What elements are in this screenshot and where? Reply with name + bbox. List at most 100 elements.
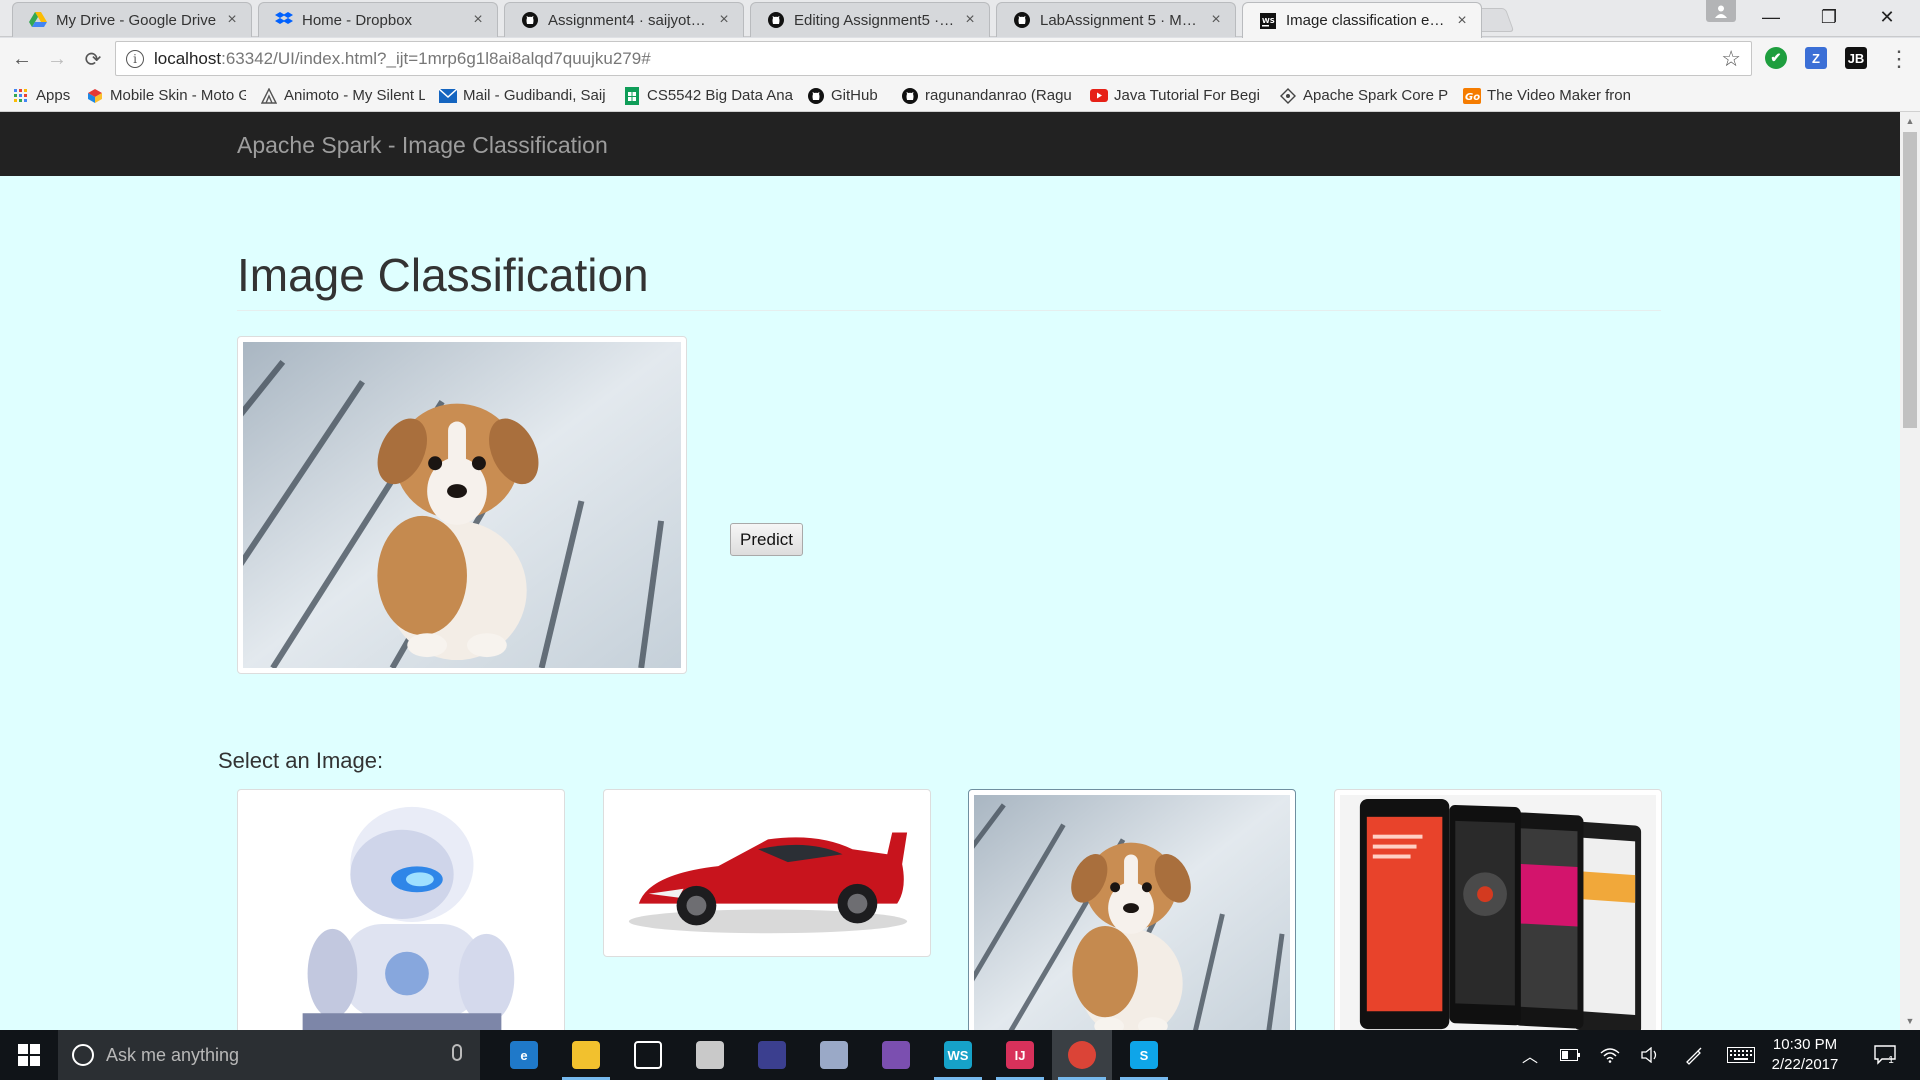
wifi-icon[interactable]	[1596, 1030, 1624, 1080]
cortana-icon	[72, 1044, 94, 1066]
pen-ink-icon[interactable]	[1680, 1030, 1708, 1080]
gallery-item-robot[interactable]	[237, 789, 565, 1030]
url-path: :63342/UI/index.html?_ijt=1mrp6g1l8ai8al…	[221, 48, 651, 68]
microphone-icon[interactable]	[452, 1044, 462, 1061]
skype-icon: S	[1130, 1041, 1158, 1069]
bookmark-item[interactable]: Apache Spark Core Pr	[1279, 83, 1449, 109]
bookmark-item[interactable]: Animoto - My Silent L	[260, 83, 425, 109]
check-extension-icon[interactable]: ✔	[1765, 47, 1787, 69]
address-bar[interactable]: i localhost:63342/UI/index.html?_ijt=1mr…	[115, 41, 1752, 76]
tab-title: LabAssignment 5 · Mana	[1040, 11, 1201, 29]
scrollbar-thumb[interactable]	[1903, 132, 1917, 428]
bookmark-item[interactable]: ragunandanrao (Ragu	[901, 83, 1076, 109]
svg-text:Go: Go	[1465, 92, 1480, 103]
volume-icon[interactable]	[1636, 1030, 1664, 1080]
tab-close-icon[interactable]: ×	[715, 11, 733, 29]
back-button[interactable]: ←	[7, 45, 37, 73]
taskbar-app-skype[interactable]: S	[1114, 1030, 1174, 1080]
navbar-brand[interactable]: Apache Spark - Image Classification	[237, 132, 608, 159]
touch-keyboard-icon[interactable]	[1724, 1030, 1758, 1080]
taskbar-app-intellij[interactable]: IJ	[990, 1030, 1050, 1080]
tab-1[interactable]: My Drive - Google Drive ×	[12, 2, 252, 37]
webstorm-icon: WS	[944, 1041, 972, 1069]
gallery-item-puppy[interactable]	[968, 789, 1296, 1030]
bookmark-item[interactable]: CS5542 Big Data Anal	[623, 83, 793, 109]
tab-4[interactable]: Editing Assignment5 · sa ×	[750, 2, 990, 37]
bookmark-star-icon[interactable]: ☆	[1721, 46, 1741, 72]
eclipse-icon	[758, 1041, 786, 1069]
tab-2[interactable]: Home - Dropbox ×	[258, 2, 498, 37]
show-hidden-icons-button[interactable]: ︿	[1516, 1030, 1544, 1080]
chrome-menu-button[interactable]: ⋮	[1884, 45, 1914, 73]
apps-icon	[12, 87, 30, 105]
minimize-button[interactable]: —	[1742, 0, 1800, 34]
clock[interactable]: 10:30 PM 2/22/2017	[1760, 1035, 1850, 1075]
taskbar-app-file-explorer[interactable]	[556, 1030, 616, 1080]
reload-icon: ⟳	[84, 48, 102, 71]
title-divider	[237, 310, 1661, 311]
bookmark-item[interactable]: Mail - Gudibandi, Saij	[439, 83, 609, 109]
taskbar-app-virtualbox[interactable]	[804, 1030, 864, 1080]
bookmark-item[interactable]: GitHub	[807, 83, 887, 109]
tab-6[interactable]: WS Image classification exan ×	[1242, 2, 1482, 38]
bookmark-item[interactable]: Go The Video Maker fron	[1463, 83, 1633, 109]
page-scrollbar[interactable]: ▲ ▼	[1900, 112, 1920, 1030]
navbar: Apache Spark - Image Classification	[0, 112, 1900, 176]
close-window-button[interactable]: ✕	[1858, 0, 1916, 34]
bookmark-item[interactable]: Apps	[12, 83, 72, 109]
bookmark-label: CS5542 Big Data Anal	[647, 87, 793, 104]
page-title: Image Classification	[237, 249, 649, 301]
battery-icon[interactable]	[1556, 1030, 1584, 1080]
webstorm-icon: WS	[1259, 12, 1277, 30]
select-image-label: Select an Image:	[218, 748, 384, 773]
clock-time: 10:30 PM	[1772, 1036, 1838, 1053]
bookmark-label: Apache Spark Core Pr	[1303, 87, 1449, 104]
tab-close-icon[interactable]: ×	[469, 11, 487, 29]
tab-close-icon[interactable]: ×	[1453, 12, 1471, 30]
tab-5[interactable]: LabAssignment 5 · Mana ×	[996, 2, 1236, 37]
taskbar-app-store[interactable]	[618, 1030, 678, 1080]
action-center-button[interactable]: 1	[1864, 1030, 1904, 1080]
start-button[interactable]	[0, 1030, 58, 1080]
forward-button[interactable]: →	[42, 45, 72, 73]
bookmark-label: ragunandanrao (Ragu	[925, 87, 1072, 104]
animoto-icon	[260, 87, 278, 105]
z-extension-icon[interactable]: Z	[1805, 47, 1827, 69]
taskbar-app-webstorm[interactable]: WS	[928, 1030, 988, 1080]
scroll-up-arrow-icon[interactable]: ▲	[1900, 112, 1920, 130]
tab-close-icon[interactable]: ×	[961, 11, 979, 29]
github-icon	[807, 87, 825, 105]
bookmark-label: Animoto - My Silent L	[284, 87, 425, 104]
tab-title: Home - Dropbox	[302, 11, 413, 29]
tab-close-icon[interactable]: ×	[1207, 11, 1225, 29]
bookmark-label: Mail - Gudibandi, Saij	[463, 87, 606, 104]
taskbar-app-edge[interactable]: e	[494, 1030, 554, 1080]
bookmark-item[interactable]: Mobile Skin - Moto G	[86, 83, 246, 109]
taskbar-app-github-desktop[interactable]	[866, 1030, 926, 1080]
info-icon[interactable]: i	[126, 49, 144, 68]
puppy-image	[243, 342, 681, 668]
tab-3[interactable]: Assignment4 · saijyothi9 ×	[504, 2, 744, 37]
github-icon	[767, 11, 785, 29]
gallery-item-phone[interactable]	[1334, 789, 1662, 1030]
tab-title: My Drive - Google Drive	[56, 11, 217, 29]
cortana-search-box[interactable]: Ask me anything	[58, 1030, 480, 1080]
profile-icon[interactable]	[1706, 0, 1736, 22]
tab-strip: My Drive - Google Drive × Home - Dropbox × A…	[0, 0, 1920, 38]
tab-title: Image classification exan	[1286, 12, 1447, 29]
jetbrains-extension-icon[interactable]: JB	[1845, 47, 1867, 69]
scroll-down-arrow-icon[interactable]: ▼	[1900, 1012, 1920, 1030]
tab-close-icon[interactable]: ×	[223, 11, 241, 29]
predict-button[interactable]: Predict	[730, 523, 803, 556]
tab-title: Editing Assignment5 · sa	[794, 11, 955, 29]
file-explorer-icon	[572, 1041, 600, 1069]
bookmark-item[interactable]: Java Tutorial For Begi	[1090, 83, 1265, 109]
bookmark-label: GitHub	[831, 87, 878, 104]
restore-button[interactable]: ❐	[1800, 0, 1858, 34]
gallery-item-car[interactable]	[603, 789, 931, 957]
bookmark-label: Mobile Skin - Moto G	[110, 87, 246, 104]
taskbar-app-paint[interactable]	[680, 1030, 740, 1080]
reload-button[interactable]: ⟳	[78, 45, 108, 73]
taskbar-app-chrome[interactable]	[1052, 1030, 1112, 1080]
taskbar-app-eclipse[interactable]	[742, 1030, 802, 1080]
